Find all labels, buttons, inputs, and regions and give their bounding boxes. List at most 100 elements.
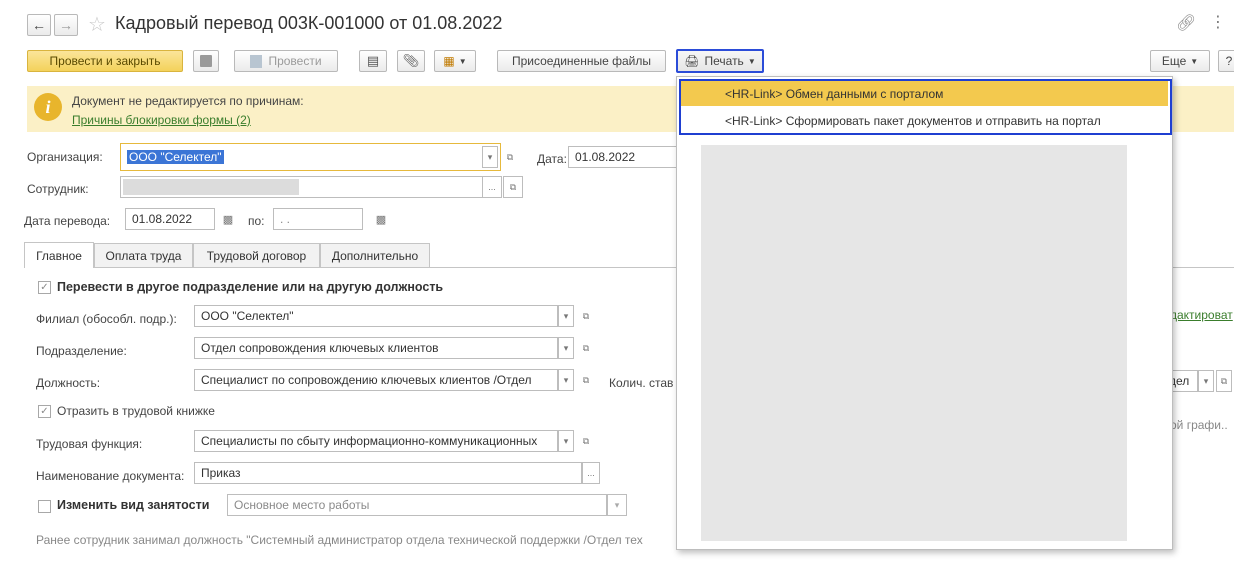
print-menu-highlight-frame (679, 79, 1172, 135)
link-icon[interactable]: 🔗︎ (1176, 13, 1196, 33)
right-dropdown[interactable]: ▾ (1198, 370, 1214, 392)
page-title: Кадровый перевод 003К-001000 от 01.08.20… (115, 13, 503, 33)
report-button[interactable]: ▤ (359, 50, 387, 72)
rate-label: Колич. став (609, 376, 674, 390)
employment-type-value: Основное место работы (234, 498, 370, 512)
post-and-close-button[interactable]: Провести и закрыть (27, 50, 183, 72)
document-name-label: Наименование документа: (36, 469, 185, 483)
post-button[interactable]: Провести (234, 50, 338, 72)
date-field[interactable]: 01.08.2022 (568, 146, 678, 168)
employee-field[interactable] (120, 176, 483, 198)
labor-function-dropdown[interactable]: ▾ (558, 430, 574, 452)
chevron-down-icon: ▼ (458, 56, 467, 66)
attached-files-button[interactable]: Присоединенные файлы (497, 50, 666, 72)
employee-select[interactable]: ... (482, 176, 502, 198)
post-button-label: Провести (268, 54, 322, 68)
tab-main[interactable]: Главное (24, 242, 94, 268)
department-field[interactable]: Отдел сопровождения ключевых клиентов (194, 337, 558, 359)
workbook-checkbox[interactable]: ✓ (38, 405, 51, 418)
chevron-down-icon: ▼ (747, 56, 756, 66)
labor-function-open[interactable]: ⧉ (578, 430, 594, 452)
transfer-checkbox[interactable]: ✓ (38, 281, 51, 294)
tab-additional[interactable]: Дополнительно (320, 243, 430, 267)
employee-open[interactable]: ⧉ (503, 176, 523, 198)
to-date-value: . . (280, 212, 291, 226)
date-label: Дата: (537, 152, 567, 166)
right-open[interactable]: ⧉ (1216, 370, 1232, 392)
organization-label: Организация: (27, 150, 103, 164)
employment-checkbox[interactable] (38, 500, 51, 513)
info-icon: i (34, 93, 62, 121)
attach-button[interactable]: 📎︎ (397, 50, 425, 72)
more-button[interactable]: Еще ▼ (1150, 50, 1210, 72)
print-button-label: Печать (704, 54, 744, 68)
back-button[interactable]: ← (27, 14, 51, 36)
more-button-label: Еще (1161, 54, 1187, 68)
arrow-right-icon: → (59, 17, 73, 33)
organization-open[interactable]: ⧉ (502, 143, 518, 171)
tab-payment[interactable]: Оплата труда (94, 243, 193, 267)
transfer-date-field[interactable]: 01.08.2022 (125, 208, 215, 230)
position-open[interactable]: ⧉ (578, 369, 594, 391)
star-icon[interactable]: ☆ (88, 12, 106, 37)
employment-type-dropdown[interactable]: ▾ (607, 494, 627, 516)
post-document-icon (250, 54, 263, 68)
transfer-date-value: 01.08.2022 (132, 212, 193, 226)
branch-value: ООО "Селектел" (201, 309, 294, 323)
employment-type-field[interactable]: Основное место работы (227, 494, 607, 516)
position-field[interactable]: Специалист по сопровождению ключевых кли… (194, 369, 558, 391)
create-based-on-icon: ▦ (443, 54, 455, 68)
edit-link[interactable]: дактироват (1170, 308, 1233, 322)
vertical-dots-icon[interactable]: ⋮ (1210, 12, 1226, 32)
block-reasons-link[interactable]: Причины блокировки формы (2) (72, 113, 251, 127)
employment-checkbox-label: Изменить вид занятости (57, 498, 210, 512)
department-value: Отдел сопровождения ключевых клиентов (201, 341, 439, 355)
branch-dropdown[interactable]: ▾ (558, 305, 574, 327)
print-menu: <HR-Link> Обмен данными с порталом <HR-L… (676, 76, 1173, 550)
previous-position-note: Ранее сотрудник занимал должность "Систе… (36, 533, 643, 547)
document-name-select[interactable]: ... (582, 462, 600, 484)
department-open[interactable]: ⧉ (578, 337, 594, 359)
forward-button[interactable]: → (54, 14, 78, 36)
info-message: Документ не редактируется по причинам: (72, 94, 304, 108)
calendar-icon[interactable]: ▩ (373, 208, 389, 230)
employee-redacted (123, 179, 299, 195)
organization-dropdown[interactable]: ▾ (482, 146, 498, 168)
floppy-disk-icon (200, 55, 212, 67)
chevron-down-icon: ▼ (1190, 56, 1199, 66)
employee-label: Сотрудник: (27, 182, 89, 196)
printer-icon: 🖨︎ (684, 54, 700, 68)
create-based-on-button[interactable]: ▦ ▼ (434, 50, 476, 72)
branch-label: Филиал (обособл. подр.): (36, 312, 177, 326)
list-document-icon: ▤ (366, 53, 380, 68)
date-value: 01.08.2022 (575, 150, 636, 164)
print-button[interactable]: 🖨︎ Печать ▼ (676, 49, 764, 73)
to-date-field[interactable]: . . (273, 208, 363, 230)
right-schedule-text: ой графи.. (1170, 418, 1228, 432)
paperclip-icon: 📎︎ (402, 53, 420, 68)
document-name-value: Приказ (201, 466, 241, 480)
position-label: Должность: (36, 376, 101, 390)
position-value: Специалист по сопровождению ключевых кли… (201, 373, 532, 387)
organization-value: ООО "Селектел" (127, 150, 224, 164)
labor-function-field[interactable]: Специалисты по сбыту информационно-комму… (194, 430, 558, 452)
branch-open[interactable]: ⧉ (578, 305, 594, 327)
labor-function-label: Трудовая функция: (36, 437, 143, 451)
to-label: по: (248, 214, 265, 228)
calendar-icon[interactable]: ▩ (220, 208, 236, 230)
transfer-date-label: Дата перевода: (24, 214, 111, 228)
print-menu-placeholder (701, 145, 1127, 541)
branch-field[interactable]: ООО "Селектел" (194, 305, 558, 327)
organization-field[interactable]: ООО "Селектел" (120, 143, 501, 171)
workbook-checkbox-label: Отразить в трудовой книжке (57, 404, 215, 418)
tab-labor-contract[interactable]: Трудовой договор (193, 243, 320, 267)
document-name-field[interactable]: Приказ (194, 462, 582, 484)
save-button[interactable] (193, 50, 219, 72)
help-button[interactable]: ? (1218, 50, 1234, 72)
arrow-left-icon: ← (32, 17, 46, 33)
department-dropdown[interactable]: ▾ (558, 337, 574, 359)
labor-function-value: Специалисты по сбыту информационно-комму… (201, 434, 538, 448)
position-dropdown[interactable]: ▾ (558, 369, 574, 391)
department-label: Подразделение: (36, 344, 127, 358)
transfer-checkbox-label: Перевести в другое подразделение или на … (57, 280, 444, 294)
